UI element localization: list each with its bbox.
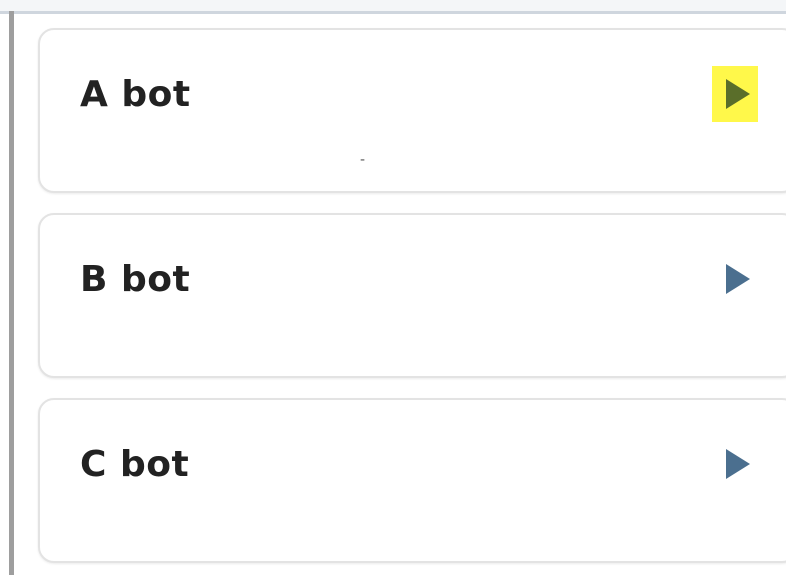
play-icon	[726, 264, 750, 294]
play-icon	[726, 449, 750, 479]
play-button[interactable]	[712, 251, 758, 307]
bot-card-b[interactable]: B bot	[38, 213, 786, 378]
bot-description: -	[360, 152, 366, 168]
bot-name: B bot	[80, 259, 191, 300]
bot-card-c[interactable]: C bot	[38, 398, 786, 563]
play-button[interactable]	[712, 66, 758, 122]
bot-card-a[interactable]: A bot -	[38, 28, 786, 193]
bot-list: A bot - B bot C bot	[38, 28, 786, 583]
bot-name: A bot	[80, 74, 191, 115]
app-frame: A bot - B bot C bot	[0, 0, 786, 575]
top-divider	[0, 0, 786, 14]
play-button[interactable]	[712, 436, 758, 492]
left-divider	[9, 11, 14, 575]
play-icon	[726, 79, 750, 109]
bot-name: C bot	[80, 444, 190, 485]
